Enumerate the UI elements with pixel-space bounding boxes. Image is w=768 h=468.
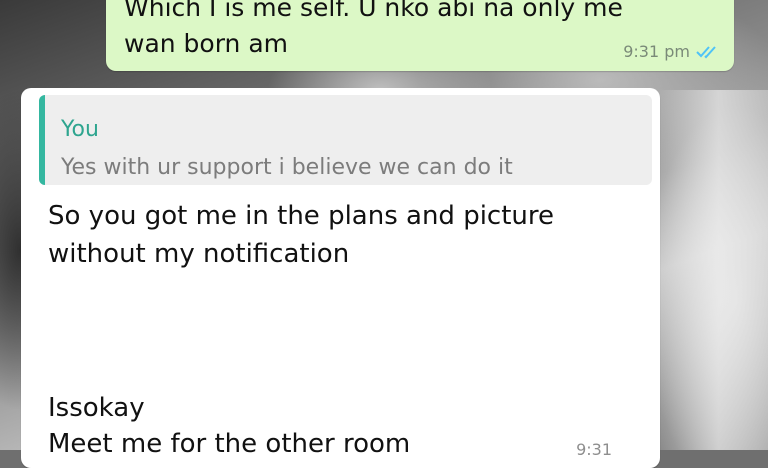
incoming-message-bubble[interactable]: You Yes with ur support i believe we can… [21, 88, 660, 468]
quoted-text: Yes with ur support i believe we can do … [61, 155, 513, 180]
outgoing-message-text: Which I is me self. U nko abi na only me… [124, 0, 623, 58]
quote-accent-bar [39, 95, 45, 185]
outgoing-message-meta: 9:31 pm [623, 42, 720, 61]
outgoing-message-bubble[interactable]: Which I is me self. U nko abi na only me… [106, 0, 734, 71]
quoted-author: You [61, 117, 99, 142]
incoming-message-text: So you got me in the plans and picture w… [48, 201, 555, 269]
double-check-icon [696, 45, 720, 59]
quoted-reply[interactable]: You Yes with ur support i believe we can… [39, 95, 652, 185]
incoming-message-text-continued: Issokay Meet me for the other room [48, 393, 411, 459]
outgoing-message-time: 9:31 pm [623, 42, 690, 61]
